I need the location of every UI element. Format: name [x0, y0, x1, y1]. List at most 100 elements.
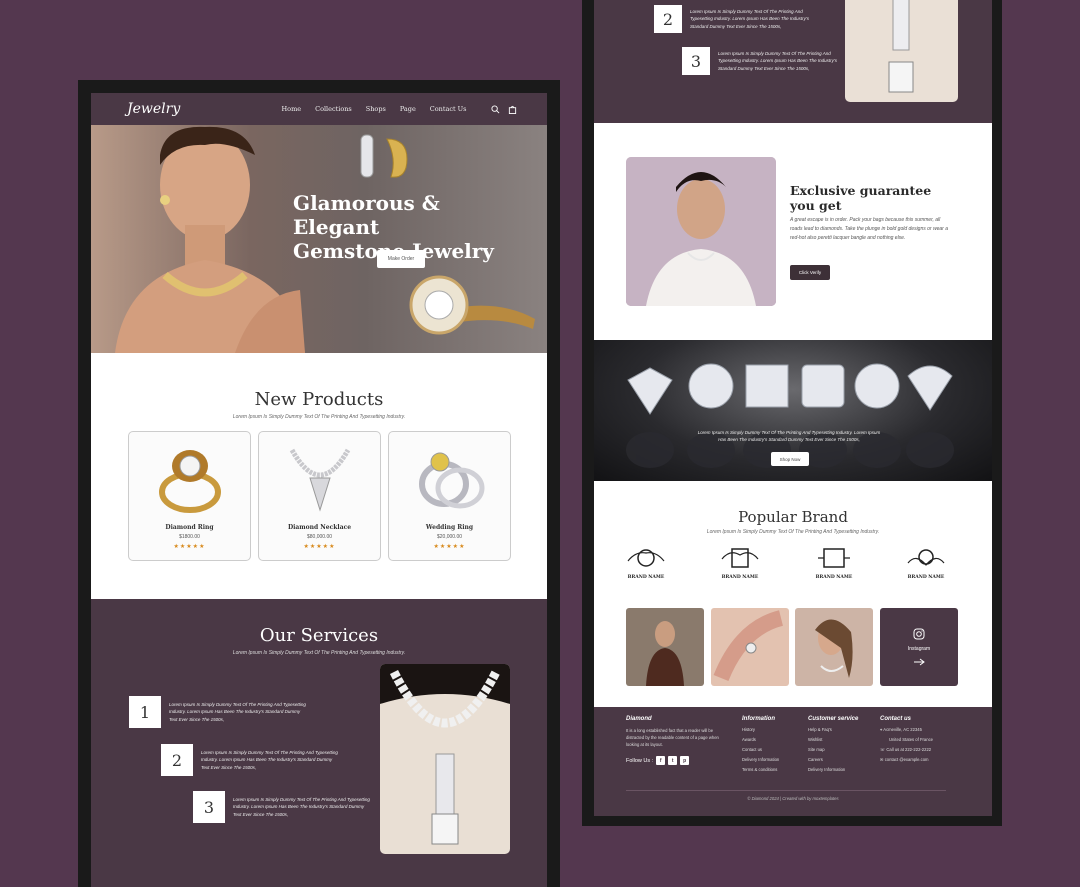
footer-email: ✉ contact @example.com — [880, 757, 933, 762]
services-subtitle: Lorem Ipsum Is Simply Dummy Text Of The … — [232, 650, 406, 656]
footer-link[interactable]: Terms & conditions — [742, 767, 779, 772]
arrow-right-icon — [914, 658, 925, 666]
diamonds-text: Lorem Ipsum Is Simply Dummy Text Of The … — [697, 430, 881, 442]
footer-contact: Contact us ⌖ Acmeville, AC 22345 United … — [880, 716, 933, 762]
service-step: 2 Lorem Ipsum Is Simply Dummy Text Of Th… — [161, 744, 341, 776]
footer-brand: Diamond — [626, 716, 652, 722]
guarantee-title-line2: you get — [790, 198, 842, 213]
instagram-photo[interactable] — [795, 608, 873, 686]
footer-link[interactable]: Delivery Information — [742, 757, 779, 762]
footer-link[interactable]: Help & Faq's — [808, 727, 858, 732]
step-text: Lorem Ipsum Is Simply Dummy Text Of The … — [718, 50, 837, 71]
address-line2: United States of France — [889, 737, 933, 742]
brand-logo[interactable]: BRAND NAME — [812, 547, 856, 580]
navbar: Jewelry Home Collections Shops Page Cont… — [91, 93, 547, 125]
rating-stars: ★★★★★ — [433, 544, 466, 550]
footer-link[interactable]: Careers — [808, 757, 858, 762]
instagram-photo[interactable] — [626, 608, 704, 686]
footer-contact-title: Contact us — [880, 716, 912, 722]
search-icon[interactable] — [491, 104, 500, 114]
step-number: 3 — [682, 47, 710, 75]
footer-phone: ☏ Call us at 222-222-2222 — [880, 747, 933, 752]
product-card[interactable]: Wedding Ring $20,000.00 ★★★★★ — [388, 431, 511, 561]
service-step: 1 Lorem Ipsum Is Simply Dummy Text Of Th… — [129, 696, 309, 728]
crest-icon — [818, 548, 850, 568]
footer-link[interactable]: Site map — [808, 747, 858, 752]
footer-link[interactable]: Wishlist — [808, 737, 858, 742]
nav-link-contact[interactable]: Contact Us — [430, 105, 467, 113]
guarantee-text: A great escape is in order. Pack your ba… — [790, 217, 948, 241]
shop-now-button[interactable]: Shop Now — [771, 452, 809, 466]
nav-link-home[interactable]: Home — [282, 105, 302, 113]
brand-logo[interactable]: BRAND NAME — [624, 547, 668, 580]
step-number: 2 — [654, 5, 682, 33]
instagram-photo[interactable] — [711, 608, 789, 686]
phone-text[interactable]: Call us at 222-222-2222 — [886, 747, 931, 752]
hero-banner: Glamorous & Elegant Gemstone Jewelry Mak… — [91, 125, 547, 353]
email-text[interactable]: contact @example.com — [885, 757, 929, 762]
product-name: Diamond Ring — [165, 524, 214, 531]
footer-about-text: It is a long established fact that a rea… — [626, 728, 719, 747]
product-card[interactable]: Diamond Ring $1800.00 ★★★★★ — [128, 431, 251, 561]
nav-link-page[interactable]: Page — [400, 105, 416, 113]
crest-icon — [721, 548, 759, 568]
footer-cs-title: Customer service — [808, 716, 859, 722]
step-number: 2 — [161, 744, 193, 776]
product-price: $80,000.00 — [306, 534, 333, 540]
footer-divider — [626, 790, 946, 791]
copyright: © Diamond 2024 | Created with by moxtemp… — [747, 796, 839, 801]
service-step: 2 Lorem Ipsum Is Simply Dummy Text Of Th… — [654, 5, 815, 33]
popular-brand-section: Popular Brand Lorem Ipsum Is Simply Dumm… — [594, 481, 992, 707]
brand-logo[interactable]: BRAND NAME — [718, 547, 762, 580]
product-price: $20,000.00 — [436, 534, 463, 540]
nav-link-shops[interactable]: Shops — [366, 105, 386, 113]
bag-icon[interactable] — [508, 105, 517, 114]
left-page: Jewelry Home Collections Shops Page Cont… — [91, 93, 547, 887]
pinterest-icon[interactable]: p — [680, 756, 690, 765]
product-list: Diamond Ring $1800.00 ★★★★★ Diamond Neck… — [128, 431, 511, 561]
product-name: Diamond Necklace — [287, 524, 352, 531]
footer-link[interactable]: Contact us — [742, 747, 779, 752]
facebook-icon[interactable]: f — [656, 756, 666, 765]
site-logo[interactable]: Jewelry — [127, 101, 247, 117]
nav-icons — [491, 104, 517, 114]
guarantee-title: Exclusive guarantee you get — [790, 183, 970, 213]
hero-model-image — [115, 126, 305, 353]
click-verify-button[interactable]: Click Verify — [790, 265, 830, 280]
footer-link[interactable]: Awards — [742, 737, 779, 742]
product-price: $1800.00 — [179, 534, 200, 540]
rating-stars: ★★★★★ — [173, 544, 206, 550]
twitter-icon[interactable]: t — [668, 756, 678, 765]
instagram-label: Instagram — [907, 646, 931, 652]
footer-customer-service: Customer service Help & Faq's Wishlist S… — [808, 716, 858, 772]
follow-us-label: Follow Us : — [626, 757, 654, 764]
product-card[interactable]: Diamond Necklace $80,000.00 ★★★★★ — [258, 431, 381, 561]
new-products-section: New Products Lorem Ipsum Is Simply Dummy… — [91, 353, 547, 599]
right-mockup-frame: 2 Lorem Ipsum Is Simply Dummy Text Of Th… — [582, 0, 1002, 826]
services-title: Our Services — [259, 625, 379, 646]
make-order-button[interactable]: Make Order — [377, 250, 425, 268]
instagram-link-tile[interactable]: Instagram — [880, 608, 958, 686]
step-number: 3 — [193, 791, 225, 823]
guarantee-title-line1: Exclusive guarantee — [790, 183, 932, 198]
crest-icon — [907, 549, 945, 566]
footer-link[interactable]: History — [742, 727, 779, 732]
footer: Diamond It is a long established fact th… — [594, 707, 992, 816]
ring-image — [409, 275, 535, 335]
brand-logo[interactable]: BRAND NAME — [904, 547, 948, 580]
footer-link[interactable]: Delivery Information — [808, 767, 858, 772]
step-text: Lorem Ipsum Is Simply Dummy Text Of The … — [690, 8, 809, 29]
popular-brand-subtitle: Lorem Ipsum Is Simply Dummy Text Of The … — [706, 529, 880, 535]
follow-us: Follow Us : f t p — [626, 756, 726, 765]
footer-information: Information History Awards Contact us De… — [742, 716, 779, 772]
nav-link-collections[interactable]: Collections — [315, 105, 352, 113]
step-text: Lorem Ipsum Is Simply Dummy Text Of The … — [201, 749, 338, 770]
brand-name: BRAND NAME — [815, 575, 853, 580]
hero-title-line1: Glamorous & Elegant — [293, 191, 440, 239]
diamond-necklace-image — [289, 448, 351, 512]
necklace-model-image — [845, 0, 958, 102]
footer-about: Diamond It is a long established fact th… — [626, 716, 726, 765]
service-step: 3 Lorem Ipsum Is Simply Dummy Text Of Th… — [682, 47, 843, 75]
diamonds-banner: Lorem Ipsum Is Simply Dummy Text Of The … — [594, 340, 992, 481]
left-mockup-frame: Jewelry Home Collections Shops Page Cont… — [78, 80, 560, 887]
